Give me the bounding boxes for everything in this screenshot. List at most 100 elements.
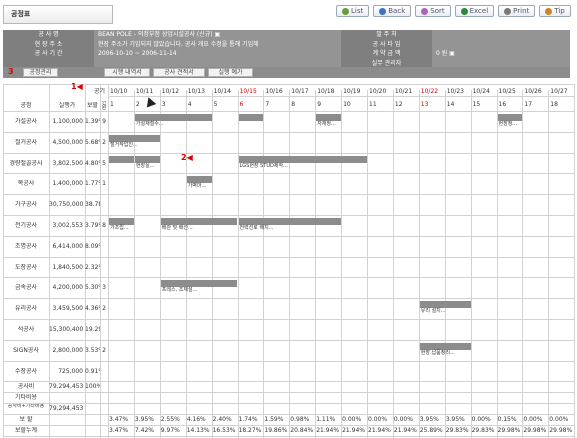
grid-line — [496, 90, 498, 438]
grid-line — [108, 90, 109, 438]
footer-daily-value: 3.95% — [419, 416, 439, 424]
footer-daily-value: 2.40% — [212, 416, 232, 424]
task-cost: 1,400,000 — [52, 180, 83, 188]
header-day-number: 5 — [213, 101, 218, 108]
task-cost: 4,500,000 — [52, 138, 83, 146]
footer-cumulative-value: 29.98% — [549, 427, 573, 435]
task-name: 도장공사 — [14, 263, 38, 271]
tip-icon — [545, 7, 553, 15]
task-name: 전기공사 — [14, 221, 38, 229]
sort-button[interactable]: Sort — [415, 5, 451, 17]
schedule-bar-label: 가벽마... — [187, 183, 207, 190]
header-day-number: 8 — [291, 101, 296, 108]
schedule-bar[interactable] — [109, 218, 134, 225]
footer-cumulative-value: 25.89% — [419, 427, 443, 435]
annotation-marker-2: 2◀ — [181, 153, 193, 162]
footer-cumulative-value: 29.98% — [497, 427, 521, 435]
schedule-bar-label: 현장청... — [498, 121, 518, 127]
footer-daily-value: 2.55% — [160, 416, 180, 424]
task-ratio: 1.39% — [85, 117, 100, 125]
footer-daily-value: 0.00% — [393, 416, 413, 424]
schedule-bar-label: 배관 및 배선... — [161, 225, 193, 231]
print-button[interactable]: Print — [498, 5, 536, 17]
info-value: 0 원 ▣ — [432, 49, 570, 59]
header-day-number: 7 — [265, 101, 270, 108]
tip-button[interactable]: Tip — [539, 5, 571, 17]
task-ratio: 2.32% — [85, 263, 100, 271]
footer-cumulative-value: 16.53% — [212, 427, 236, 435]
schedule-bar[interactable] — [160, 218, 238, 225]
footer-daily-value: 0.00% — [342, 416, 362, 424]
task-ratio: 8.09% — [85, 242, 100, 250]
task-workers: 9 — [102, 117, 106, 125]
tab-2[interactable]: 공사 견적서 — [153, 68, 205, 77]
header-date: 10/21 — [394, 88, 413, 95]
header-date: 10/24 — [472, 88, 490, 95]
task-cost: 2,800,000 — [52, 346, 83, 354]
task-workers: 1 — [102, 180, 106, 188]
project-info-table: 공 사 명 BEAN POLE - 의정부점 상업시설공사 (신규) ▣ 발 주 처… — [3, 30, 570, 68]
footer-daily-value: 1.11% — [316, 416, 336, 424]
footer-cumulative-value: 29.83% — [471, 427, 495, 435]
footer-cumulative-value: 21.94% — [316, 427, 340, 435]
footer-cumulative-value: 21.94% — [393, 427, 417, 435]
schedule-bar[interactable] — [316, 114, 342, 121]
footer-daily-value: 3.95% — [445, 416, 465, 424]
header-date: 10/19 — [343, 88, 361, 95]
toolbar: List Back Sort Excel Print Tip — [336, 5, 571, 17]
info-value: 2006-10-10 ~ 2006-11-14 — [94, 49, 341, 59]
info-label: 공 사 명 — [3, 30, 94, 40]
header-day-number: 4 — [187, 101, 192, 108]
header-date: 10/17 — [291, 88, 309, 95]
summary-cost: 79,294,453 — [49, 383, 83, 391]
schedule-bar[interactable] — [134, 114, 212, 121]
schedule-bar[interactable] — [419, 342, 471, 350]
footer-daily-value: 0.00% — [523, 416, 543, 424]
schedule-bar-label: 프레스, 조제설... — [161, 287, 198, 294]
grid-line — [574, 84, 575, 438]
footer-daily-value: 0.00% — [368, 416, 388, 424]
grid-line — [263, 90, 265, 438]
info-label: 발 주 처 — [341, 30, 432, 40]
schedule-bar-label: 자재정... — [317, 121, 336, 127]
schedule-bar-label: 가설재철수... — [135, 121, 164, 127]
schedule-bar[interactable] — [109, 134, 160, 142]
footer-daily-value: 1.74% — [238, 416, 258, 424]
button-label: Back — [388, 7, 406, 15]
tab-1[interactable]: 시행 내역서 — [104, 68, 150, 77]
info-label: 현 장 주 소 — [3, 39, 94, 49]
footer-daily-value: 0.15% — [497, 416, 517, 424]
task-ratio: 5.30% — [85, 284, 100, 292]
header-day-number: 17 — [524, 101, 533, 108]
schedule-bar[interactable] — [238, 114, 264, 121]
schedule-bar[interactable] — [497, 114, 523, 121]
button-label: Sort — [430, 7, 445, 15]
footer-cumulative-value: 18.27% — [238, 427, 262, 435]
task-name: 목공사 — [17, 180, 35, 188]
tab-0[interactable]: 공정관리 — [23, 68, 58, 77]
header-col-cost: 실행가 — [58, 102, 76, 109]
task-workers: 5 — [102, 159, 106, 167]
list-button[interactable]: List — [336, 5, 370, 17]
header-date: 10/25 — [498, 88, 516, 95]
print-icon — [504, 7, 512, 15]
tab-3[interactable]: 실행 예가 — [208, 68, 253, 77]
task-cost: 3,002,553 — [52, 221, 83, 229]
summary-name: 공사비+기타비용 — [7, 404, 45, 410]
schedule-bar[interactable] — [109, 155, 134, 163]
schedule-bar[interactable] — [238, 218, 342, 225]
footer-cumulative-value: 29.83% — [445, 427, 469, 435]
header-date: 10/13 — [187, 88, 205, 95]
task-workers: 2 — [102, 138, 106, 146]
header-day-number: 16 — [498, 101, 507, 108]
schedule-bar[interactable] — [134, 155, 160, 163]
schedule-bar[interactable] — [238, 155, 367, 163]
footer-cumulative-value: 21.94% — [368, 427, 391, 435]
excel-button[interactable]: Excel — [454, 5, 495, 17]
header-day-number: 11 — [369, 101, 377, 108]
schedule-bar-label: 현장 납품정리... — [420, 349, 455, 356]
info-value — [432, 30, 570, 40]
back-button[interactable]: Back — [373, 5, 412, 17]
schedule-bar-label: LGS현장 STUD제작... — [239, 162, 288, 169]
header-date: 10/11 — [135, 88, 154, 95]
